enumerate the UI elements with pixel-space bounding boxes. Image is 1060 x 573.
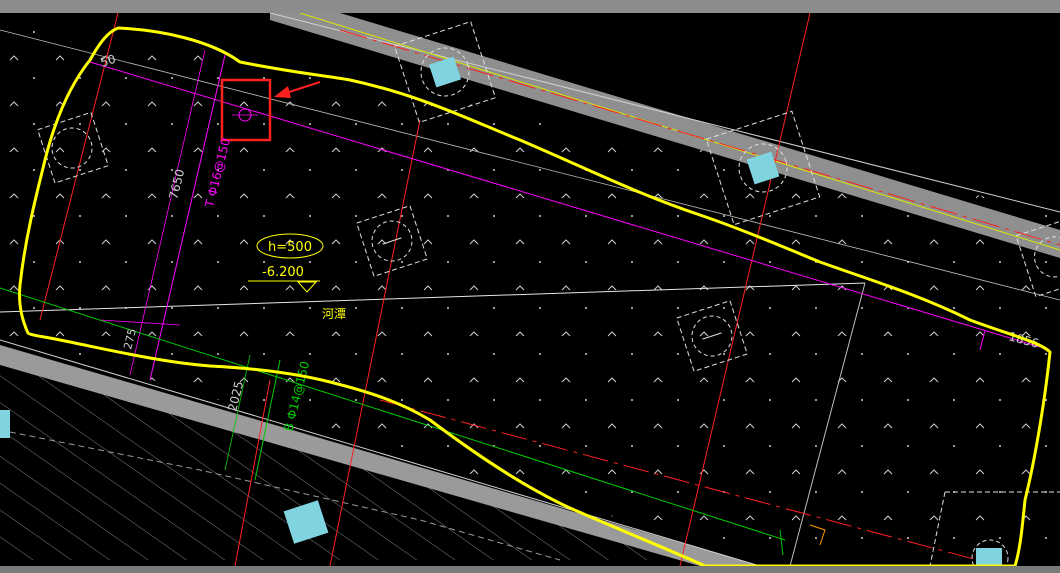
top-toolbar-strip [0, 0, 1060, 13]
bottom-status-strip [0, 566, 1060, 573]
elevation-tag: h=500 [268, 240, 312, 255]
level-text: -6.200 [262, 265, 304, 280]
zone-label: 河潭 [322, 307, 346, 321]
cad-viewport[interactable]: h=500 -6.200 河潭 50 7650 T Φ16@150 275 20… [0, 0, 1060, 573]
column-cyan-left[interactable] [0, 410, 10, 438]
cad-drawing-canvas[interactable]: h=500 -6.200 河潭 50 7650 T Φ16@150 275 20… [0, 13, 1060, 566]
